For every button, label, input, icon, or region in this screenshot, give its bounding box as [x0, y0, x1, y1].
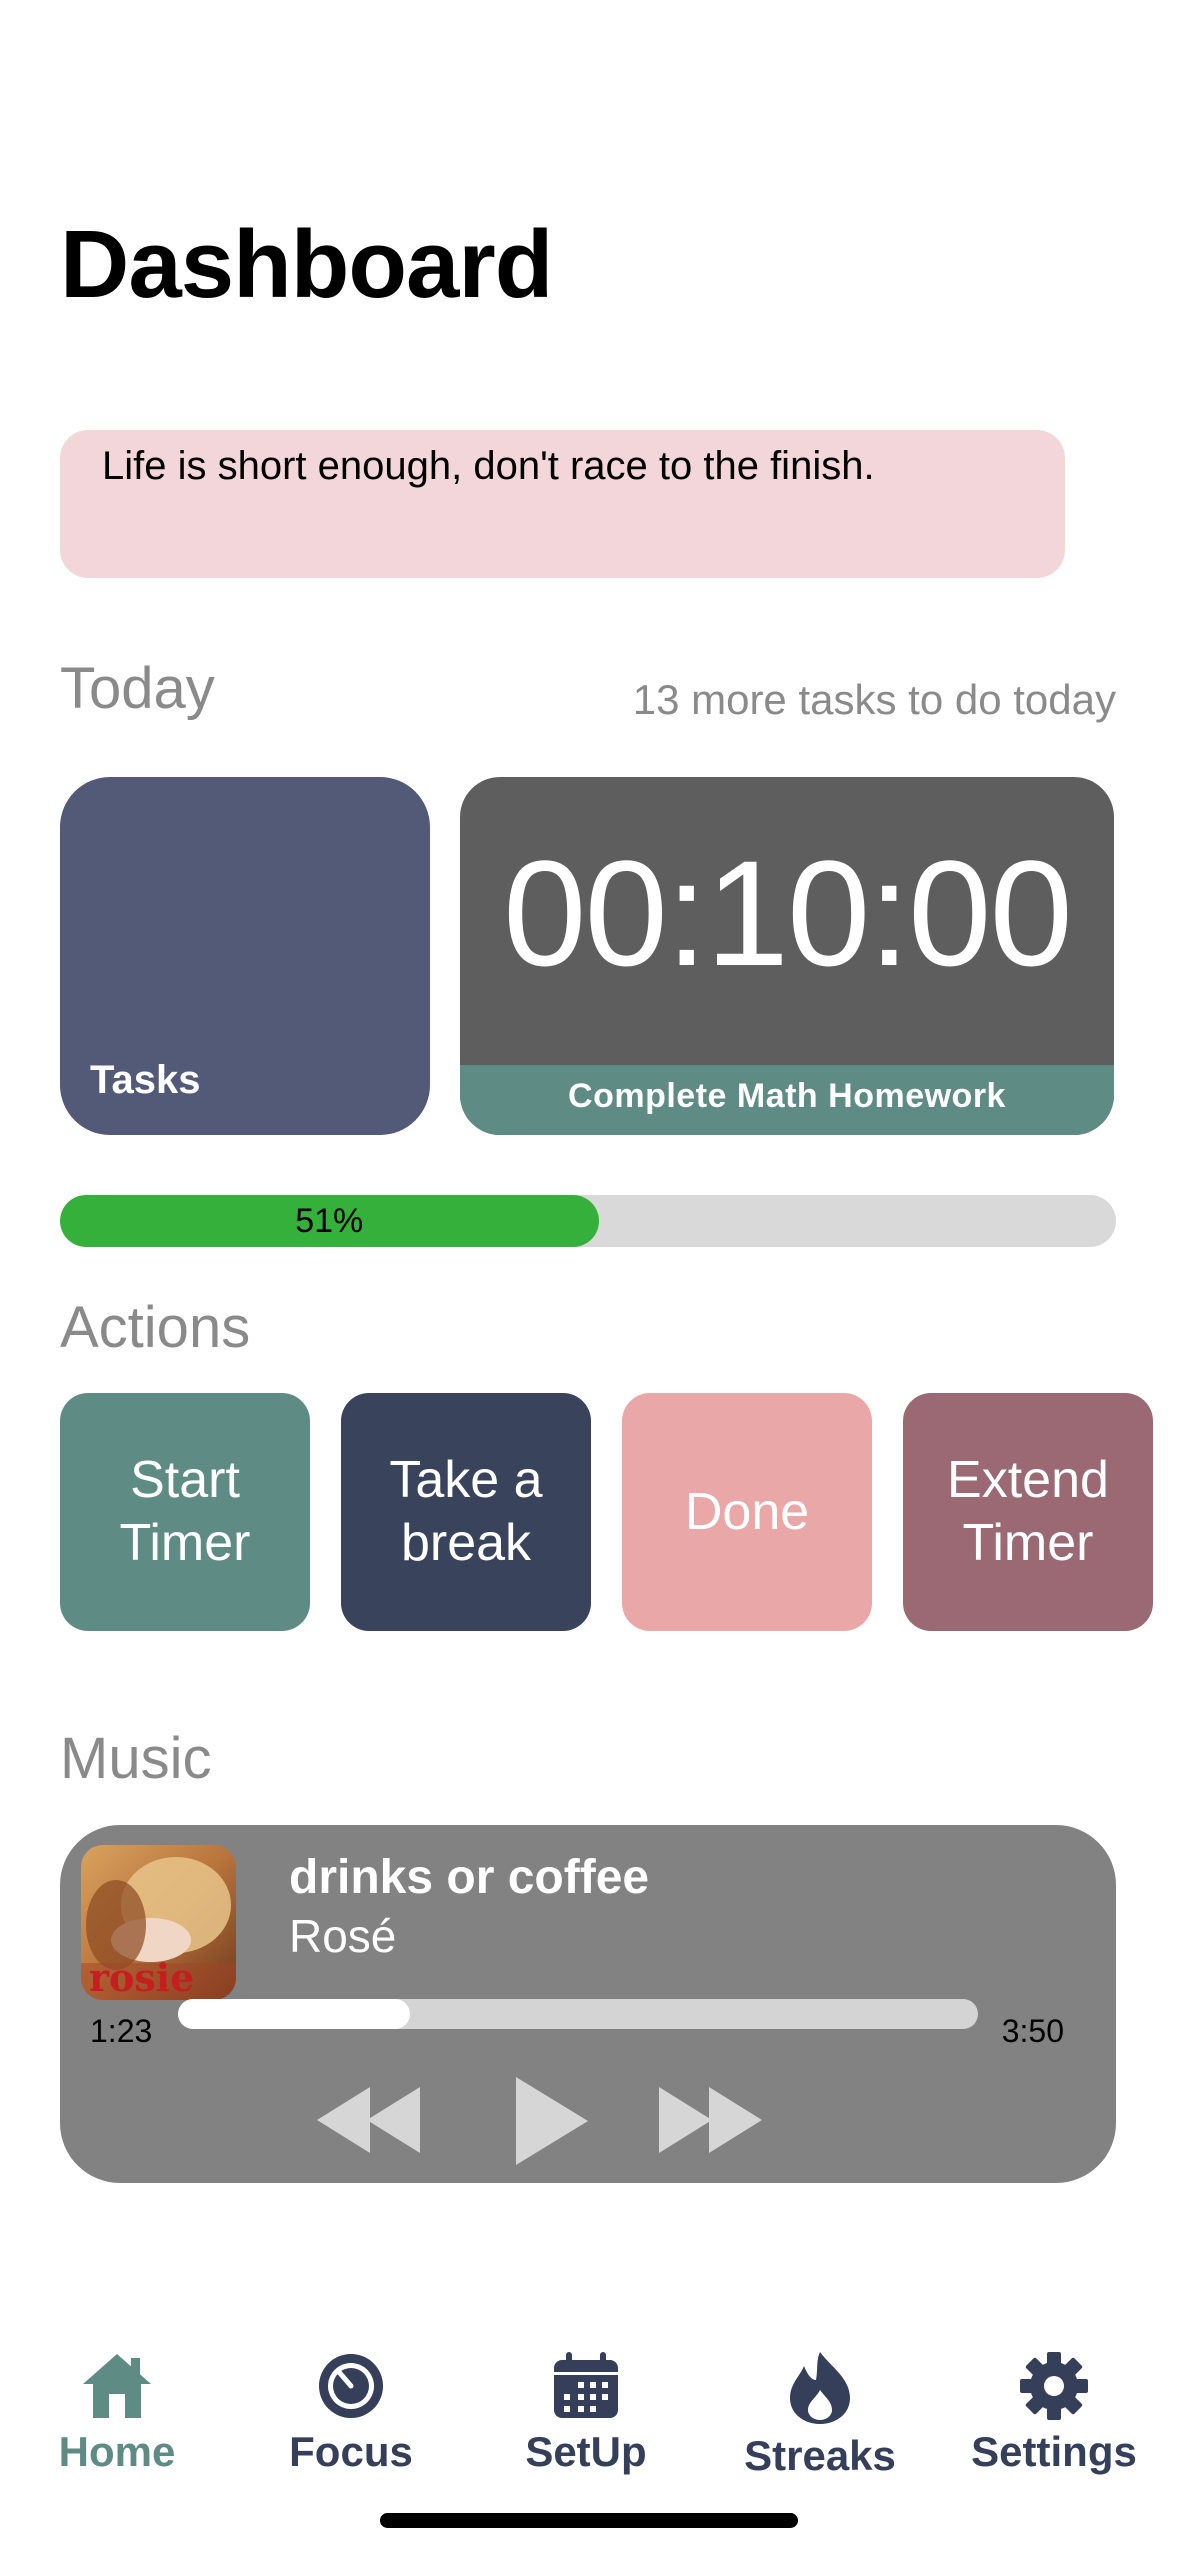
- fast-forward-icon[interactable]: [657, 2085, 767, 2160]
- take-a-break-button[interactable]: Take a break: [341, 1393, 591, 1631]
- track-duration: 3:50: [1001, 2013, 1064, 2049]
- tasks-tile[interactable]: Tasks: [60, 777, 430, 1135]
- quote-text: Life is short enough, don't race to the …: [102, 444, 875, 488]
- tab-setup[interactable]: SetUp: [486, 2350, 686, 2476]
- seek-bar[interactable]: [178, 1999, 978, 2029]
- tab-streaks-label: Streaks: [744, 2432, 896, 2479]
- tab-settings[interactable]: Settings: [954, 2350, 1154, 2476]
- today-section-label: Today: [60, 656, 215, 721]
- tab-focus-label: Focus: [289, 2428, 413, 2475]
- actions-section-label: Actions: [60, 1295, 251, 1360]
- album-art[interactable]: rosie: [81, 1845, 236, 2000]
- track-title: drinks or coffee: [289, 1851, 650, 1904]
- done-label: Done: [684, 1482, 810, 1541]
- start-timer-button[interactable]: Start Timer: [60, 1393, 310, 1631]
- time-elapsed: 1:23: [90, 2013, 153, 2049]
- home-indicator: [380, 2513, 798, 2528]
- tab-bar: Home Focus SetUp Streaks Settings: [0, 2330, 1179, 2510]
- music-player-card: rosie drinks or coffee Rosé 1:23 3:50: [60, 1825, 1116, 2183]
- flame-icon: [790, 2352, 850, 2424]
- focus-gauge-icon: [319, 2354, 383, 2418]
- page-title: Dashboard: [60, 211, 553, 318]
- quote-card: Life is short enough, don't race to the …: [60, 430, 1065, 578]
- tab-focus[interactable]: Focus: [251, 2350, 451, 2476]
- seek-bar-fill: [178, 1999, 410, 2029]
- timer-tile[interactable]: 00:10:00 Complete Math Homework: [460, 777, 1114, 1135]
- daily-progress-fill: 51%: [60, 1195, 599, 1247]
- play-icon[interactable]: [512, 2075, 592, 2172]
- music-section-label: Music: [60, 1726, 212, 1791]
- gear-icon: [1020, 2352, 1088, 2420]
- dashboard-screen: Dashboard Life is short enough, don't ra…: [0, 0, 1179, 2556]
- extend-timer-label: Extend Timer: [947, 1451, 1109, 1572]
- tasks-remaining-count: 13 more tasks to do today: [632, 676, 1116, 723]
- current-task-label: Complete Math Homework: [460, 1065, 1114, 1135]
- calendar-icon: [554, 2352, 618, 2418]
- album-art-text: rosie: [89, 1955, 194, 2000]
- tab-setup-label: SetUp: [525, 2428, 647, 2475]
- take-a-break-label: Take a break: [389, 1451, 543, 1572]
- extend-timer-button[interactable]: Extend Timer: [903, 1393, 1153, 1631]
- timer-display: 00:10:00: [503, 829, 1073, 997]
- home-icon: [83, 2354, 151, 2418]
- daily-progress-bar: 51%: [60, 1195, 1116, 1247]
- track-artist: Rosé: [289, 1910, 397, 1962]
- tasks-tile-label: Tasks: [90, 1058, 201, 1102]
- daily-progress-label: 51%: [295, 1201, 364, 1240]
- tab-home-label: Home: [58, 2428, 176, 2475]
- tab-streaks[interactable]: Streaks: [720, 2350, 920, 2480]
- done-button[interactable]: Done: [622, 1393, 872, 1631]
- start-timer-label: Start Timer: [119, 1451, 251, 1572]
- tab-home[interactable]: Home: [17, 2350, 217, 2476]
- tab-settings-label: Settings: [971, 2428, 1137, 2475]
- rewind-icon[interactable]: [315, 2085, 425, 2160]
